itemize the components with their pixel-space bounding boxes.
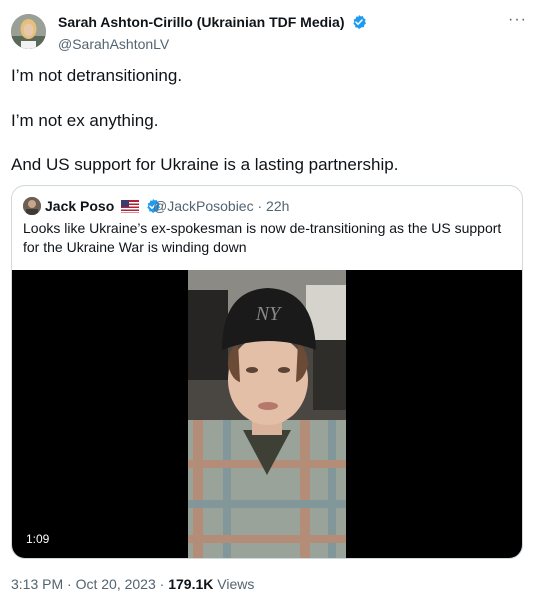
quoted-name-row[interactable]: Jack Poso	[45, 198, 161, 217]
video-duration: 1:09	[26, 532, 50, 546]
svg-text:NY: NY	[255, 303, 282, 325]
tweet-text-line-3: And US support for Ukraine is a lasting …	[11, 155, 399, 174]
author-name-row[interactable]: Sarah Ashton-Cirillo (Ukrainian TDF Medi…	[58, 14, 367, 33]
verified-badge-icon	[351, 14, 367, 33]
quoted-separator: ·	[257, 198, 263, 214]
quoted-display-name[interactable]: Jack Poso	[45, 198, 114, 214]
quoted-tweet-text: Looks like Ukraine’s ex-spokesman is now…	[23, 220, 502, 255]
more-options-icon[interactable]: ···	[508, 11, 527, 29]
tweet-time[interactable]: 3:13 PM	[11, 576, 63, 592]
tweet-meta: 3:13 PM · Oct 20, 2023 · 179.1K Views	[11, 576, 254, 592]
quoted-author-avatar[interactable]	[23, 197, 41, 215]
quoted-handle-row: @JackPosobiec · 22h	[153, 198, 289, 214]
author-handle[interactable]: @SarahAshtonLV	[58, 36, 169, 52]
author-avatar[interactable]	[11, 14, 46, 49]
meta-separator-2: ·	[159, 576, 165, 592]
meta-separator-1: ·	[67, 576, 72, 592]
author-display-name[interactable]: Sarah Ashton-Cirillo (Ukrainian TDF Medi…	[58, 14, 345, 30]
tweet-date[interactable]: Oct 20, 2023	[76, 576, 156, 592]
quoted-handle[interactable]: @JackPosobiec	[153, 198, 254, 214]
video-thumbnail: NY	[188, 270, 346, 558]
quoted-time[interactable]: 22h	[266, 198, 289, 214]
video-player[interactable]: NY 1:09	[12, 270, 522, 558]
views-label: Views	[217, 576, 255, 592]
us-flag-icon	[121, 200, 140, 216]
tweet-text-line-1: I’m not detransitioning.	[11, 66, 183, 85]
views-count: 179.1K	[168, 576, 214, 592]
quoted-tweet-card[interactable]: Jack Poso @JackPosobiec · 22h Looks like…	[11, 185, 523, 559]
tweet-text-line-2: I’m not ex anything.	[11, 111, 159, 130]
